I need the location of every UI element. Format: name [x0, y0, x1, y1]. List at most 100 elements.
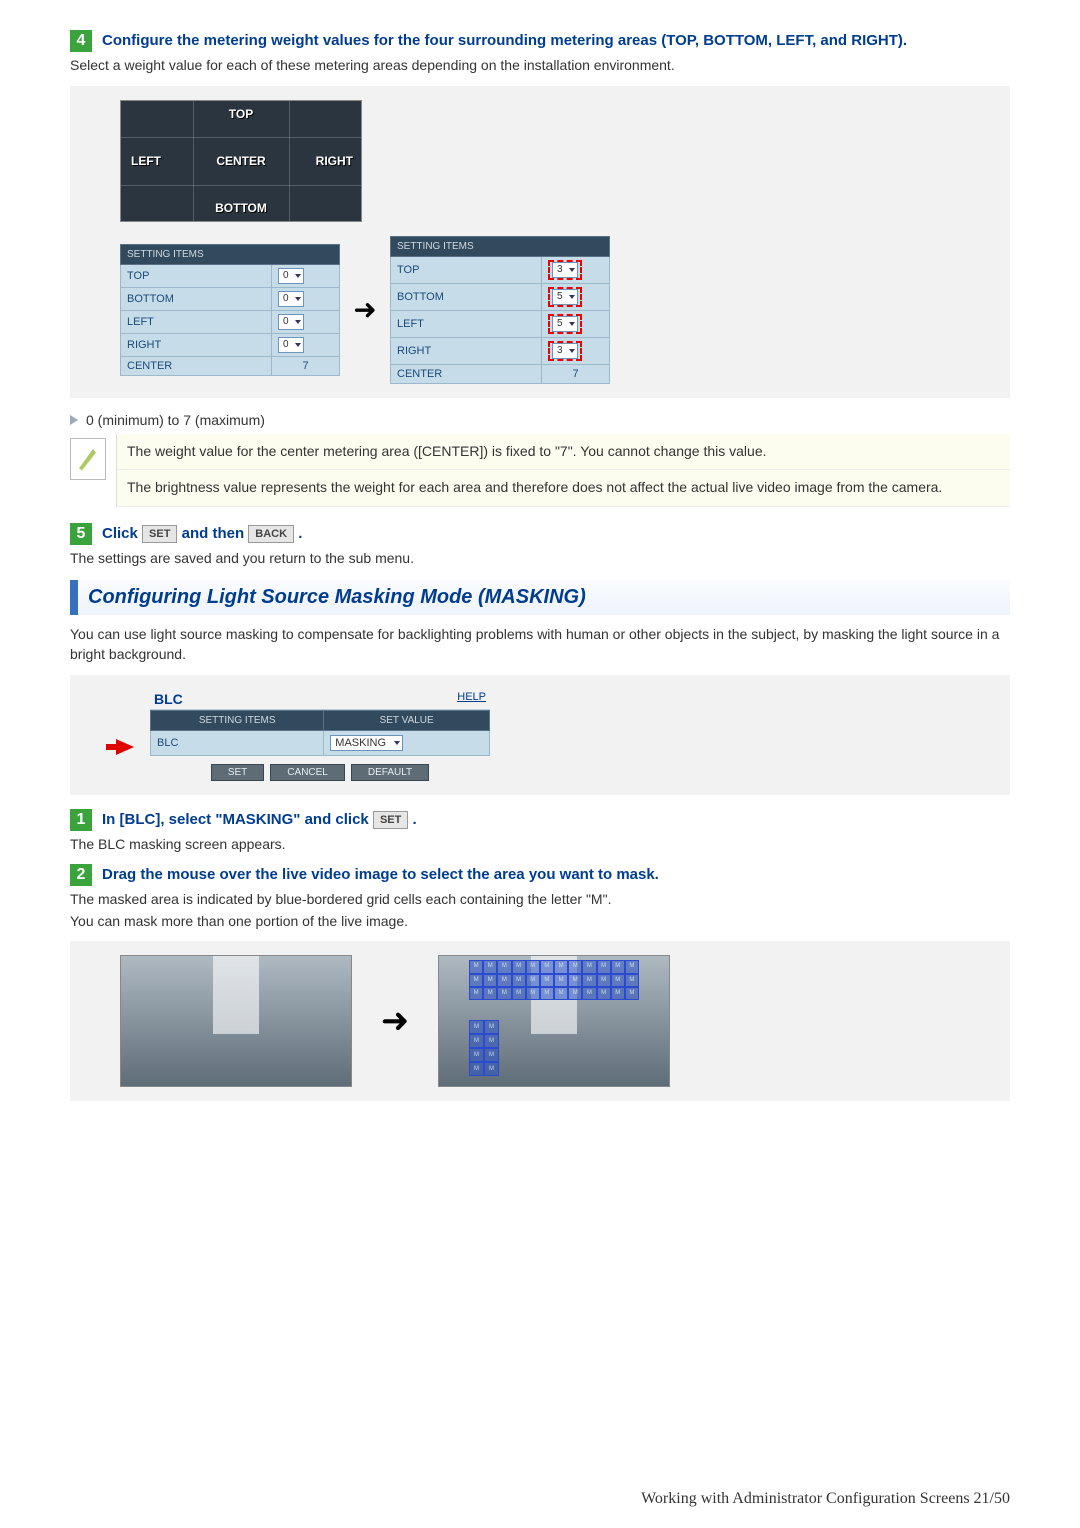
arrow-icon: ➜	[370, 1001, 420, 1041]
mask-cell: M	[469, 1034, 484, 1048]
table-row: LEFT5	[391, 310, 610, 337]
bullet-icon	[70, 415, 78, 425]
mask-cell: M	[554, 987, 568, 1000]
mask-cell: M	[497, 987, 511, 1000]
mask-cell: M	[568, 987, 582, 1000]
mask-cell: M	[611, 960, 625, 973]
note-text: The weight value for the center metering…	[117, 434, 1010, 471]
blc-col1: SETTING ITEMS	[151, 710, 324, 730]
mask-cell: M	[554, 960, 568, 973]
mask-cell: M	[483, 960, 497, 973]
page-footer: Working with Administrator Configuration…	[641, 1490, 1010, 1508]
mask-cell: M	[625, 974, 639, 987]
mask-cell: M	[469, 974, 483, 987]
live-image-after[interactable]: MMMMMMMMMMMMMMMMMMMMMMMMMMMMMMMMMMMM MMM…	[438, 955, 670, 1087]
right-select-before[interactable]: 0	[278, 337, 304, 353]
step2-title: Drag the mouse over the live video image…	[102, 864, 659, 886]
step2-figure: ➜ MMMMMMMMMMMMMMMMMMMMMMMMMMMMMMMMMMMM M…	[70, 941, 1010, 1101]
mask-cell: M	[512, 960, 526, 973]
blc-select[interactable]: MASKING	[330, 735, 403, 751]
mask-cell: M	[483, 974, 497, 987]
top-select-after[interactable]: 3	[552, 262, 578, 278]
table-row: TOP3	[391, 256, 610, 283]
center-value-after: 7	[542, 364, 610, 383]
set-button[interactable]: SET	[211, 764, 264, 781]
table-row: RIGHT3	[391, 337, 610, 364]
masking-intro: You can use light source masking to comp…	[70, 625, 1010, 664]
mask-cell: M	[611, 974, 625, 987]
mask-cell: M	[512, 974, 526, 987]
mask-cell: M	[469, 1020, 484, 1034]
mask-cell: M	[611, 987, 625, 1000]
step4-figure: TOP BOTTOM LEFT RIGHT CENTER SETTING ITE…	[70, 86, 1010, 398]
step1-body: The BLC masking screen appears.	[70, 835, 1010, 855]
cancel-button[interactable]: CANCEL	[270, 764, 345, 781]
mask-cell: M	[597, 974, 611, 987]
mask-cell: M	[597, 960, 611, 973]
step5-title: Click SET and then BACK .	[102, 523, 302, 545]
set-button[interactable]: SET	[142, 525, 177, 543]
blc-col2: SET VALUE	[324, 710, 490, 730]
diagram-left-label: LEFT	[131, 154, 161, 168]
left-select-after[interactable]: 5	[552, 316, 578, 332]
note-panel: The weight value for the center metering…	[116, 434, 1010, 507]
mask-cell: M	[554, 974, 568, 987]
step5-body: The settings are saved and you return to…	[70, 549, 1010, 569]
blc-figure: BLC HELP SETTING ITEMS SET VALUE BLC MAS…	[70, 675, 1010, 795]
mask-cell: M	[484, 1062, 499, 1076]
mask-cell: M	[483, 987, 497, 1000]
mask-cell: M	[497, 974, 511, 987]
table-row: CENTER7	[391, 364, 610, 383]
left-select-before[interactable]: 0	[278, 314, 304, 330]
step4-body: Select a weight value for each of these …	[70, 56, 1010, 76]
help-link[interactable]: HELP	[457, 691, 486, 707]
bottom-select-before[interactable]: 0	[278, 291, 304, 307]
diagram-bottom-label: BOTTOM	[215, 201, 267, 215]
mask-cell: M	[625, 960, 639, 973]
mask-cell: M	[469, 1048, 484, 1062]
note-text: The brightness value represents the weig…	[117, 470, 1010, 507]
red-arrow-icon	[116, 739, 134, 755]
step2-body1: The masked area is indicated by blue-bor…	[70, 890, 1010, 910]
mask-cell: M	[625, 987, 639, 1000]
table-row: BLC MASKING	[151, 730, 490, 755]
mask-cell: M	[526, 987, 540, 1000]
section-header: Configuring Light Source Masking Mode (M…	[70, 580, 1010, 615]
mask-cell: M	[597, 987, 611, 1000]
step2-number: 2	[70, 864, 92, 886]
note-icon	[70, 438, 106, 480]
settings-header: SETTING ITEMS	[121, 244, 340, 264]
bottom-select-after[interactable]: 5	[552, 289, 578, 305]
mask-cell: M	[582, 987, 596, 1000]
top-select-before[interactable]: 0	[278, 268, 304, 284]
settings-table-after: SETTING ITEMS TOP3 BOTTOM5 LEFT5 RIGHT3 …	[390, 236, 610, 384]
range-note: 0 (minimum) to 7 (maximum)	[86, 412, 265, 428]
settings-header: SETTING ITEMS	[391, 236, 610, 256]
step1-number: 1	[70, 809, 92, 831]
back-button[interactable]: BACK	[248, 525, 294, 543]
diagram-top-label: TOP	[229, 107, 253, 121]
default-button[interactable]: DEFAULT	[351, 764, 429, 781]
table-row: LEFT0	[121, 310, 340, 333]
mask-cell: M	[540, 974, 554, 987]
blc-row-label: BLC	[151, 730, 324, 755]
table-row: RIGHT0	[121, 333, 340, 356]
table-row: TOP0	[121, 264, 340, 287]
diagram-right-label: RIGHT	[316, 154, 353, 168]
mask-cell: M	[540, 987, 554, 1000]
blc-title: BLC	[154, 691, 183, 707]
mask-cell: M	[582, 974, 596, 987]
diagram-center-label: CENTER	[216, 154, 265, 168]
table-row: BOTTOM5	[391, 283, 610, 310]
right-select-after[interactable]: 3	[552, 343, 578, 359]
arrow-icon: ➜	[340, 293, 390, 326]
table-row: BOTTOM0	[121, 287, 340, 310]
mask-cell: M	[484, 1048, 499, 1062]
mask-cell: M	[497, 960, 511, 973]
mask-cell: M	[469, 1062, 484, 1076]
live-image-before[interactable]	[120, 955, 352, 1087]
set-button[interactable]: SET	[373, 811, 408, 829]
mask-cell: M	[526, 960, 540, 973]
step1-title: In [BLC], select "MASKING" and click SET…	[102, 809, 417, 831]
center-value-before: 7	[272, 356, 340, 375]
